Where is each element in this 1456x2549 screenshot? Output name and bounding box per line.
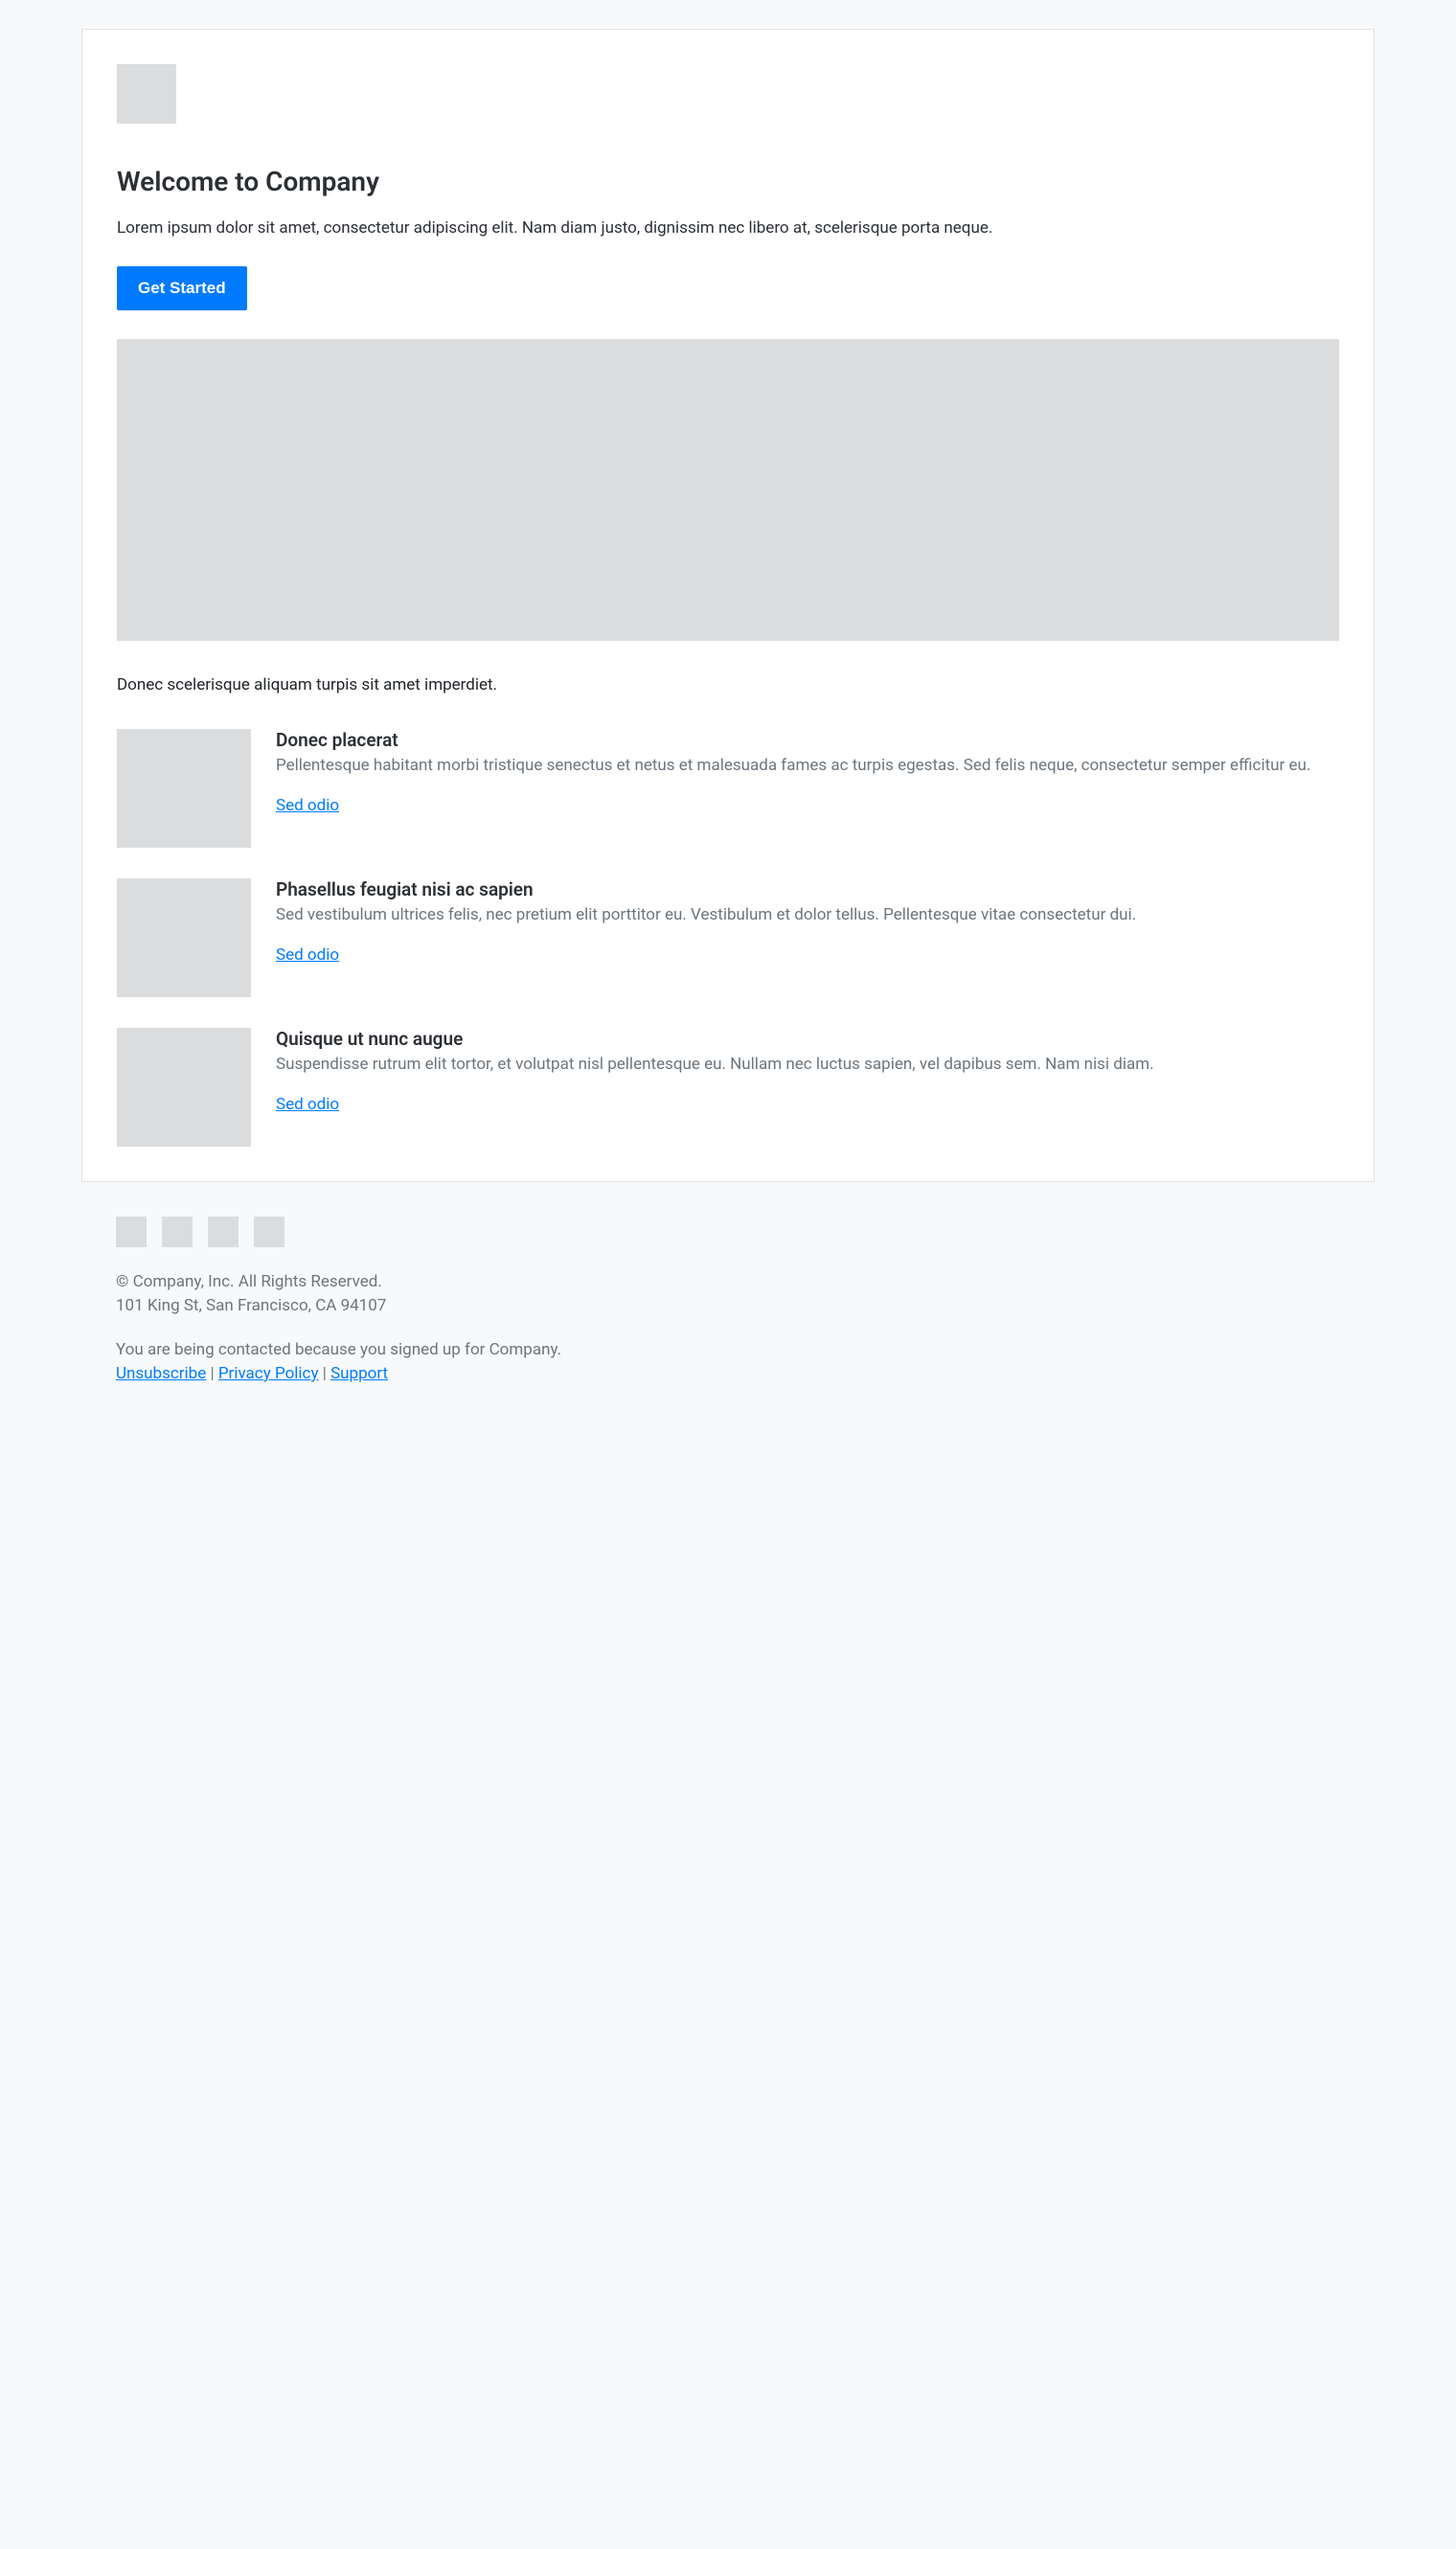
footer: © Company, Inc. All Rights Reserved. 101… [81, 1182, 1375, 1387]
feature-description: Sed vestibulum ultrices felis, nec preti… [276, 904, 1339, 927]
footer-company-info: © Company, Inc. All Rights Reserved. 101… [116, 1270, 1340, 1319]
social-icon[interactable] [208, 1217, 239, 1247]
privacy-policy-link[interactable]: Privacy Policy [218, 1364, 319, 1383]
feature-row: Quisque ut nunc augue Suspendisse rutrum… [117, 1028, 1339, 1147]
get-started-button[interactable]: Get Started [117, 266, 247, 310]
feature-description: Pellentesque habitant morbi tristique se… [276, 755, 1339, 778]
social-icon[interactable] [162, 1217, 193, 1247]
social-icon[interactable] [116, 1217, 147, 1247]
social-icons [116, 1217, 1340, 1247]
feature-image-placeholder [117, 729, 251, 848]
intro-text: Lorem ipsum dolor sit amet, consectetur … [117, 216, 1339, 241]
feature-title: Phasellus feugiat nisi ac sapien [276, 878, 1339, 900]
contact-reason-text: You are being contacted because you sign… [116, 1338, 1340, 1363]
separator: | [318, 1364, 330, 1383]
company-logo [117, 64, 176, 124]
unsubscribe-link[interactable]: Unsubscribe [116, 1364, 206, 1383]
feature-link[interactable]: Sed odio [276, 1095, 339, 1114]
feature-link[interactable]: Sed odio [276, 796, 339, 815]
email-container: Welcome to Company Lorem ipsum dolor sit… [81, 29, 1375, 1182]
feature-row: Phasellus feugiat nisi ac sapien Sed ves… [117, 878, 1339, 997]
feature-title: Donec placerat [276, 729, 1339, 751]
feature-content: Donec placerat Pellentesque habitant mor… [276, 729, 1339, 848]
address-text: 101 King St, San Francisco, CA 94107 [116, 1294, 1340, 1319]
feature-content: Quisque ut nunc augue Suspendisse rutrum… [276, 1028, 1339, 1147]
social-icon[interactable] [254, 1217, 284, 1247]
feature-row: Donec placerat Pellentesque habitant mor… [117, 729, 1339, 848]
support-link[interactable]: Support [330, 1364, 388, 1383]
feature-image-placeholder [117, 878, 251, 997]
footer-links: Unsubscribe | Privacy Policy | Support [116, 1362, 1340, 1387]
feature-content: Phasellus feugiat nisi ac sapien Sed ves… [276, 878, 1339, 997]
separator: | [206, 1364, 218, 1383]
feature-image-placeholder [117, 1028, 251, 1147]
copyright-text: © Company, Inc. All Rights Reserved. [116, 1270, 1340, 1295]
feature-title: Quisque ut nunc augue [276, 1028, 1339, 1050]
page-title: Welcome to Company [117, 166, 1339, 197]
sub-text: Donec scelerisque aliquam turpis sit ame… [117, 675, 1339, 694]
hero-image-placeholder [117, 339, 1339, 641]
feature-link[interactable]: Sed odio [276, 945, 339, 965]
feature-description: Suspendisse rutrum elit tortor, et volut… [276, 1054, 1339, 1077]
